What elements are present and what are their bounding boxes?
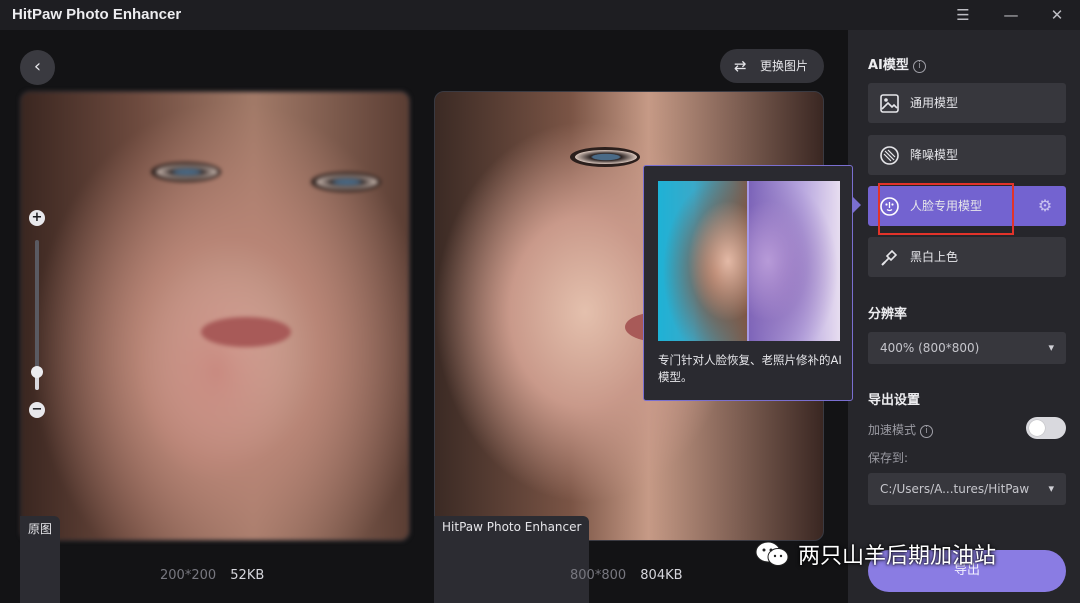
back-arrow-icon: ‹	[33, 56, 42, 77]
minimize-icon[interactable]: —	[1000, 4, 1022, 26]
original-file-size: 52KB	[230, 568, 265, 583]
model-label-general: 通用模型	[910, 96, 959, 110]
model-button-general[interactable]: 通用模型	[868, 83, 1066, 123]
enhanced-file-info: 800*800 804KB	[570, 568, 683, 583]
original-badge: 原图	[20, 516, 61, 603]
replace-image-button[interactable]: ⇄ 更换图片	[720, 49, 824, 83]
gear-icon[interactable]: ⚙	[1034, 195, 1056, 217]
model-label-colorize: 黑白上色	[910, 250, 959, 264]
toggle-knob	[1029, 420, 1045, 436]
zoom-slider-handle[interactable]	[31, 366, 43, 378]
accel-mode-toggle[interactable]	[1026, 417, 1066, 439]
ai-model-section-title: AI模型 i	[868, 54, 926, 73]
resolution-section-title: 分辨率	[868, 307, 908, 322]
enhanced-badge: HitPaw Photo Enhancer	[434, 516, 590, 603]
eye-right-original	[311, 172, 381, 192]
app-title: HitPaw Photo Enhancer	[12, 6, 182, 23]
model-label-denoise: 降噪模型	[910, 148, 959, 162]
colorize-icon	[881, 249, 898, 266]
tooltip-comparison-image	[658, 181, 840, 341]
zoom-slider[interactable]	[31, 240, 43, 390]
back-button[interactable]: ‹	[20, 50, 55, 85]
close-icon[interactable]: ✕	[1046, 4, 1068, 26]
watermark: 两只山羊后期加油站	[754, 536, 996, 572]
tooltip-split-line	[747, 181, 749, 341]
resolution-value: 400% (800*800)	[880, 341, 980, 355]
resolution-dropdown[interactable]: 400% (800*800) ▾	[868, 332, 1066, 364]
wechat-icon	[755, 541, 789, 566]
enhanced-dimensions: 800*800	[570, 568, 627, 583]
swap-icon: ⇄	[734, 57, 747, 75]
original-dimensions: 200*200	[160, 568, 217, 583]
save-to-label: 保存到:	[868, 451, 909, 465]
settings-sidebar: AI模型 i 通用模型 降噪模型 人脸专用模型 ⚙ 黑白上色 分辨率 400% …	[848, 30, 1080, 603]
tooltip-after-image	[748, 181, 840, 341]
denoise-icon	[880, 146, 899, 165]
info-icon[interactable]: i	[920, 425, 934, 438]
original-file-info: 200*200 52KB	[160, 568, 264, 583]
eye-left-original	[151, 162, 221, 182]
eye-enhanced	[570, 147, 640, 167]
replace-image-label: 更换图片	[760, 59, 809, 73]
tooltip-description: 专门针对人脸恢复、老照片修补的AI模型。	[658, 353, 842, 384]
zoom-control: + −	[28, 210, 48, 420]
zoom-out-button[interactable]: −	[29, 402, 45, 418]
model-button-denoise[interactable]: 降噪模型	[868, 135, 1066, 175]
image-icon	[880, 94, 899, 113]
title-bar: HitPaw Photo Enhancer ☰ — ✕	[0, 0, 1080, 30]
highlight-box	[878, 183, 1014, 235]
chevron-down-icon: ▾	[1048, 482, 1054, 495]
original-preview[interactable]	[20, 91, 410, 541]
enhanced-file-size: 804KB	[640, 568, 683, 583]
tooltip-before-image	[658, 181, 748, 341]
lips-original	[201, 317, 291, 347]
watermark-text: 两只山羊后期加油站	[798, 544, 997, 569]
ai-model-title: AI模型	[868, 58, 909, 73]
model-tooltip: 专门针对人脸恢复、老照片修补的AI模型。	[643, 165, 861, 401]
save-path-dropdown[interactable]: C:/Users/A...tures/HitPaw ▾	[868, 473, 1066, 505]
menu-icon[interactable]: ☰	[952, 4, 974, 26]
info-icon[interactable]: i	[912, 60, 926, 73]
export-settings-title: 导出设置	[868, 393, 921, 408]
chevron-down-icon: ▾	[1048, 341, 1054, 354]
save-path-value: C:/Users/A...tures/HitPaw	[880, 482, 1030, 496]
model-button-colorize[interactable]: 黑白上色	[868, 237, 1066, 277]
accel-mode-label: 加速模式	[868, 423, 917, 437]
accel-mode-row: 加速模式 i	[868, 421, 934, 438]
zoom-in-button[interactable]: +	[29, 210, 45, 226]
